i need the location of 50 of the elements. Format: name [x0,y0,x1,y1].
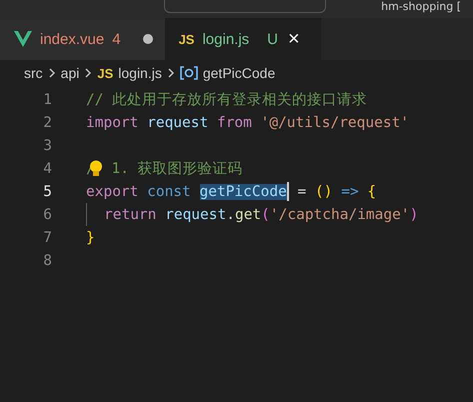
git-status: U [267,30,278,48]
code-token: '/captcha/image' [270,206,410,222]
tab-label: index.vue [40,30,104,48]
breadcrumb-item[interactable]: getPicCode [202,65,276,81]
breadcrumb-item[interactable]: src [24,65,43,81]
text-cursor [286,182,289,201]
js-file-icon: JS [97,66,114,80]
window-title: hm-shopping [ [381,0,461,14]
line-number: 7 [42,230,53,246]
code-token: { [366,184,376,200]
code-token: 1. 获取图形验证码 [110,160,243,178]
editor-tab[interactable]: index.vue 4 [0,18,165,60]
line-number: 8 [42,252,53,268]
code-token: const [146,184,192,200]
code-token: export [86,184,138,200]
line-number: 2 [42,114,53,130]
tab-label: login.js [202,30,250,48]
line-number: 4 [42,160,53,176]
selected-code-text: getPicCode [200,184,287,200]
breadcrumb-item[interactable]: api [60,65,80,81]
code-token: // 此处用于存放所有登录相关的接口请求 [86,91,368,109]
code-token: () [314,184,332,200]
line-number: 5 [42,184,53,200]
code-token: from [216,114,252,130]
editor-tab[interactable]: JS login.js U × [164,18,321,60]
problem-count: 4 [112,30,121,48]
code-token: . [226,206,235,222]
code-token: request [164,206,226,222]
close-button[interactable]: × [286,29,302,49]
code-token: => [340,184,359,200]
code-token: = [296,184,306,200]
breadcrumb-item[interactable]: login.js [118,65,162,81]
code-token: ( [261,206,270,222]
js-file-icon: JS [178,32,194,46]
code-token: get [234,206,262,222]
chevron-icon [166,67,175,79]
chevron-icon [84,67,92,79]
chevron-icon [48,67,56,79]
code-token: '@/utils/request' [260,114,410,130]
code-token: return [104,206,156,222]
code-token: } [86,230,95,246]
code-token: import [86,114,138,130]
line-number: 3 [42,138,53,154]
vue-logo-icon [14,31,32,47]
line-number: 6 [42,206,53,222]
code-token: request [146,114,208,130]
code-token: ) [410,206,418,222]
symbol-icon [180,66,198,80]
line-number: 1 [42,92,53,108]
lightbulb-icon[interactable] [88,160,103,178]
